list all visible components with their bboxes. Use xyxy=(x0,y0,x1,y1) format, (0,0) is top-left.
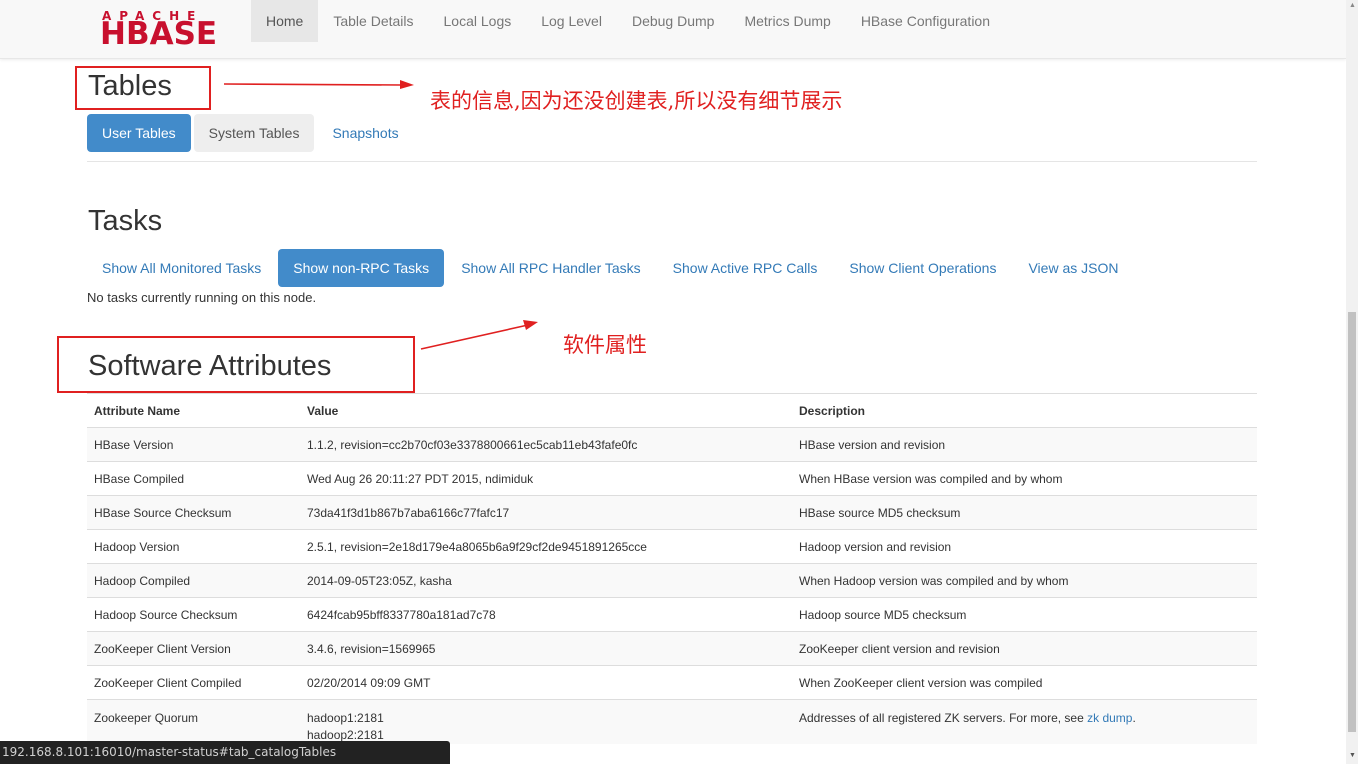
column-header-attribute-name: Attribute Name xyxy=(87,393,300,428)
table-row: HBase Version 1.1.2, revision=cc2b70cf03… xyxy=(87,427,1257,462)
annotation-arrow-software-icon xyxy=(420,320,538,350)
top-navbar: APACHE HBASE Home Table Details Local Lo… xyxy=(0,0,1346,59)
attribute-description-cell: HBase source MD5 checksum xyxy=(792,495,1257,530)
table-row: Zookeeper Quorum hadoop1:2181 hadoop2:21… xyxy=(87,699,1257,744)
attribute-description-cell: Addresses of all registered ZK servers. … xyxy=(792,699,1257,744)
attribute-value-cell: 2014-09-05T23:05Z, kasha xyxy=(300,563,792,598)
attribute-value-cell: 3.4.6, revision=1569965 xyxy=(300,631,792,666)
attribute-value-cell: 1.1.2, revision=cc2b70cf03e3378800661ec5… xyxy=(300,427,792,462)
attribute-name-cell: ZooKeeper Client Compiled xyxy=(87,665,300,700)
attribute-name-cell: HBase Compiled xyxy=(87,461,300,496)
attribute-name-cell: HBase Source Checksum xyxy=(87,495,300,530)
main-nav: Home Table Details Local Logs Log Level … xyxy=(251,0,1005,42)
attribute-name-cell: Hadoop Version xyxy=(87,529,300,564)
nav-debug-dump[interactable]: Debug Dump xyxy=(617,0,730,42)
tasks-heading: Tasks xyxy=(88,205,163,237)
attribute-name-cell: Zookeeper Quorum xyxy=(87,699,300,744)
attribute-description-cell: ZooKeeper client version and revision xyxy=(792,631,1257,666)
software-attributes-heading: Software Attributes xyxy=(88,350,332,382)
attribute-value-cell: 02/20/2014 09:09 GMT xyxy=(300,665,792,700)
attribute-name-cell: Hadoop Source Checksum xyxy=(87,597,300,632)
attribute-value-cell: Wed Aug 26 20:11:27 PDT 2015, ndimiduk xyxy=(300,461,792,496)
nav-log-level[interactable]: Log Level xyxy=(526,0,617,42)
annotation-arrow-tables-icon xyxy=(223,80,414,89)
column-header-value: Value xyxy=(300,393,792,428)
attribute-value-cell: 73da41f3d1b867b7aba6166c77fafc17 xyxy=(300,495,792,530)
tab-rpc-handler-tasks[interactable]: Show All RPC Handler Tasks xyxy=(446,249,655,287)
nav-home[interactable]: Home xyxy=(251,0,319,42)
table-row: HBase Source Checksum 73da41f3d1b867b7ab… xyxy=(87,495,1257,530)
tab-non-rpc-tasks[interactable]: Show non-RPC Tasks xyxy=(278,249,445,287)
scroll-down-arrow-icon[interactable]: ▼ xyxy=(1349,752,1356,759)
hbase-logo[interactable]: APACHE HBASE xyxy=(100,9,238,51)
tab-snapshots[interactable]: Snapshots xyxy=(317,114,413,152)
browser-status-bar: 192.168.8.101:16010/master-status#tab_ca… xyxy=(0,741,450,764)
nav-local-logs[interactable]: Local Logs xyxy=(429,0,527,42)
annotation-box-tables xyxy=(75,66,211,110)
software-attributes-table: Attribute Name Value Description HBase V… xyxy=(87,393,1257,744)
table-header-row: Attribute Name Value Description xyxy=(87,393,1257,428)
tab-client-operations[interactable]: Show Client Operations xyxy=(834,249,1011,287)
attribute-name-cell: HBase Version xyxy=(87,427,300,462)
nav-metrics-dump[interactable]: Metrics Dump xyxy=(729,0,845,42)
quorum-description: Addresses of all registered ZK servers. … xyxy=(799,711,1088,725)
attribute-name-cell: Hadoop Compiled xyxy=(87,563,300,598)
tasks-tabs: Show All Monitored Tasks Show non-RPC Ta… xyxy=(87,249,1136,287)
annotation-software-note: 软件属性 xyxy=(563,333,647,357)
zk-dump-link[interactable]: zk dump xyxy=(1087,711,1132,725)
tables-divider xyxy=(87,161,1257,162)
scroll-thumb[interactable] xyxy=(1348,312,1356,732)
attribute-description-cell: Hadoop source MD5 checksum xyxy=(792,597,1257,632)
no-tasks-message: No tasks currently running on this node. xyxy=(87,290,317,305)
table-row: Hadoop Source Checksum 6424fcab95bff8337… xyxy=(87,597,1257,632)
column-header-description: Description xyxy=(792,393,1257,428)
tab-all-monitored-tasks[interactable]: Show All Monitored Tasks xyxy=(87,249,276,287)
table-row: ZooKeeper Client Compiled 02/20/2014 09:… xyxy=(87,665,1257,700)
annotation-tables-note: 表的信息,因为还没创建表,所以没有细节展示 xyxy=(430,89,843,113)
attribute-value-cell: hadoop1:2181 hadoop2:2181 xyxy=(300,699,792,744)
attribute-value-cell: 6424fcab95bff8337780a181ad7c78 xyxy=(300,597,792,632)
scroll-up-arrow-icon[interactable]: ▲ xyxy=(1349,2,1356,9)
table-row: ZooKeeper Client Version 3.4.6, revision… xyxy=(87,631,1257,666)
tab-user-tables[interactable]: User Tables xyxy=(87,114,191,152)
attribute-description-cell: Hadoop version and revision xyxy=(792,529,1257,564)
quorum-server: hadoop1:2181 xyxy=(307,711,384,725)
table-row: HBase Compiled Wed Aug 26 20:11:27 PDT 2… xyxy=(87,461,1257,496)
tables-tabs: User Tables System Tables Snapshots xyxy=(87,114,417,152)
page-scrollbar[interactable]: ▲ ▼ xyxy=(1346,0,1358,764)
attribute-description-cell: When ZooKeeper client version was compil… xyxy=(792,665,1257,700)
attribute-description-cell: HBase version and revision xyxy=(792,427,1257,462)
attribute-value-cell: 2.5.1, revision=2e18d179e4a8065b6a9f29cf… xyxy=(300,529,792,564)
tab-view-as-json[interactable]: View as JSON xyxy=(1013,249,1133,287)
attribute-name-cell: ZooKeeper Client Version xyxy=(87,631,300,666)
table-row: Hadoop Compiled 2014-09-05T23:05Z, kasha… xyxy=(87,563,1257,598)
nav-table-details[interactable]: Table Details xyxy=(318,0,428,42)
quorum-description-end: . xyxy=(1132,711,1136,725)
table-row: Hadoop Version 2.5.1, revision=2e18d179e… xyxy=(87,529,1257,564)
tab-active-rpc-calls[interactable]: Show Active RPC Calls xyxy=(658,249,833,287)
tab-system-tables[interactable]: System Tables xyxy=(193,114,315,152)
nav-hbase-configuration[interactable]: HBase Configuration xyxy=(846,0,1005,42)
logo-hbase-text: HBASE xyxy=(100,16,218,52)
attribute-description-cell: When HBase version was compiled and by w… xyxy=(792,461,1257,496)
attribute-description-cell: When Hadoop version was compiled and by … xyxy=(792,563,1257,598)
